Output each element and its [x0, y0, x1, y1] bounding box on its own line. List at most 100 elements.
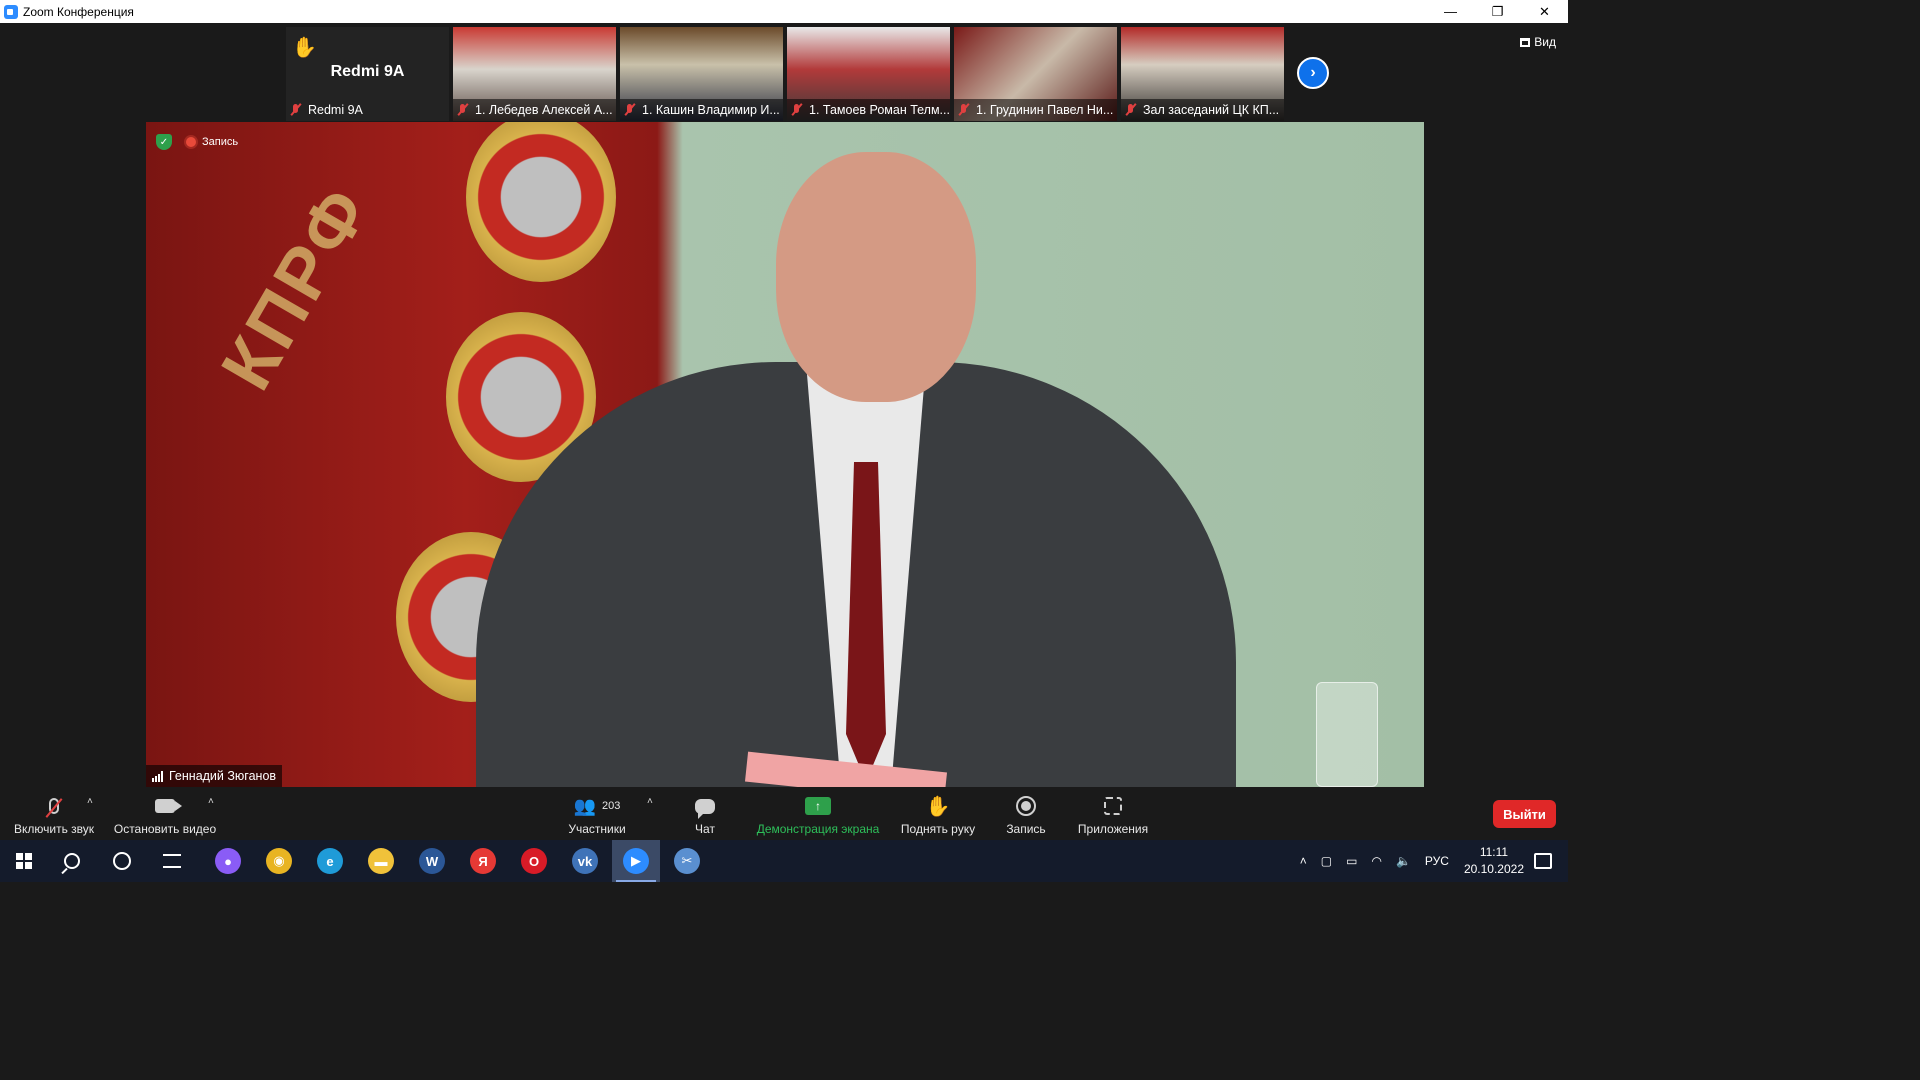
share-screen-label: Демонстрация экрана — [756, 822, 880, 836]
raise-hand-button[interactable]: ✋ Поднять руку — [895, 790, 981, 840]
close-button[interactable]: ✕ — [1521, 0, 1568, 23]
participant-tile[interactable]: 1. Лебедев Алексей А... — [453, 27, 616, 121]
minimize-button[interactable]: — — [1427, 0, 1474, 23]
apps-button[interactable]: Приложения — [1072, 790, 1154, 840]
recording-indicator: ✓ Запись — [156, 134, 238, 150]
taskbar-app-zoom[interactable]: ▶ — [612, 840, 660, 882]
taskbar-app-edge[interactable]: e — [306, 840, 354, 882]
share-screen-icon: ↑ — [805, 797, 831, 815]
shield-icon: ✓ — [156, 134, 172, 150]
windows-logo-icon — [16, 853, 32, 869]
signal-strength-icon — [152, 770, 163, 782]
participants-count: 203 — [602, 800, 621, 812]
video-options-caret-icon[interactable]: ˄ — [208, 796, 214, 807]
participant-tile[interactable]: Зал заседаний ЦК КП... — [1121, 27, 1284, 121]
mic-muted-icon — [791, 104, 803, 116]
recording-label: Запись — [202, 136, 239, 148]
unmute-label: Включить звук — [13, 822, 95, 836]
participant-tile[interactable]: 1. Грудинин Павел Ни... — [954, 27, 1117, 121]
tile-label: Зал заседаний ЦК КП... — [1121, 99, 1284, 121]
tile-name: 1. Грудинин Павел Ни... — [976, 103, 1114, 117]
clock[interactable]: 11:11 20.10.2022 — [1464, 844, 1524, 878]
active-speaker-video[interactable]: КПРФ ✓ Запись Геннадий Зюганов — [146, 122, 1424, 787]
tile-label: 1. Тамоев Роман Телм... — [787, 99, 950, 121]
banner-text: КПРФ — [206, 172, 386, 403]
input-language[interactable]: РУС — [1425, 854, 1449, 868]
tile-label: 1. Лебедев Алексей А... — [453, 99, 616, 121]
mic-muted-icon — [290, 104, 302, 116]
self-tile[interactable]: ✋ Redmi 9A Redmi 9A — [286, 27, 449, 121]
taskbar-app-snipping[interactable]: ✂ — [663, 840, 711, 882]
chevron-right-icon: › — [1310, 64, 1316, 81]
tile-label: Redmi 9A — [286, 99, 449, 121]
mic-muted-icon — [958, 104, 970, 116]
alice-icon: ● — [215, 848, 241, 874]
tray-overflow-chevron-icon[interactable]: ˄ — [1300, 854, 1307, 868]
participants-button[interactable]: 👥 203 Участники — [560, 790, 634, 840]
yandex-icon: Я — [470, 848, 496, 874]
taskbar-app-alice[interactable]: ● — [204, 840, 252, 882]
taskbar-app-opera[interactable]: O — [510, 840, 558, 882]
tile-name: Зал заседаний ЦК КП... — [1143, 103, 1280, 117]
windows-taskbar: ● ◉ e ▬ W Я Ovk ▶ ✂ ˄ ▢ ▭ ◠ 🔈 РУС 11:11 20.10.20… — [0, 840, 1568, 882]
vk-icon: vk — [572, 848, 598, 874]
search-button[interactable] — [48, 840, 96, 882]
next-page-button[interactable]: › — [1297, 57, 1329, 89]
view-button-label: Вид — [1534, 35, 1556, 49]
window-controls: — ❐ ✕ — [1427, 0, 1568, 23]
task-view-icon — [163, 854, 181, 868]
taskbar-app-explorer[interactable]: ▬ — [357, 840, 405, 882]
raised-hand-icon: ✋ — [292, 37, 317, 59]
participant-tile[interactable]: 1. Кашин Владимир И... — [620, 27, 783, 121]
participants-icon: 👥 — [573, 795, 597, 816]
zoom-app-icon — [4, 4, 18, 19]
tile-name: 1. Кашин Владимир И... — [642, 103, 780, 117]
mic-off-icon — [49, 798, 59, 814]
meet-now-icon[interactable]: ▢ — [1321, 854, 1332, 868]
taskbar-app-yandex[interactable]: Я — [459, 840, 507, 882]
task-view-button[interactable] — [148, 840, 196, 882]
leave-button[interactable]: Выйти — [1493, 800, 1556, 828]
notifications-icon[interactable] — [1534, 853, 1552, 869]
view-button[interactable]: Вид — [1520, 35, 1556, 49]
tile-name: 1. Лебедев Алексей А... — [475, 103, 613, 117]
mic-muted-icon — [624, 104, 636, 116]
participants-label: Участники — [568, 822, 626, 836]
record-button[interactable]: Запись — [1000, 790, 1052, 840]
audio-options-caret-icon[interactable]: ˄ — [87, 796, 93, 807]
zoom-icon: ▶ — [623, 848, 649, 874]
title-bar: Zoom Конференция — ❐ ✕ — [0, 0, 1568, 23]
wifi-icon[interactable]: ◠ — [1371, 854, 1381, 868]
opera-icon: O — [521, 848, 547, 874]
taskbar-app-vk[interactable]: vk — [561, 840, 609, 882]
chat-button[interactable]: Чат — [680, 790, 730, 840]
hand-icon: ✋ — [925, 795, 951, 818]
record-icon — [1016, 796, 1036, 816]
speaker-head — [776, 152, 976, 402]
speaker-name: Геннадий Зюганов — [169, 769, 277, 783]
speaker-name-label: Геннадий Зюганов — [146, 765, 283, 787]
participants-options-caret-icon[interactable]: ˄ — [647, 796, 653, 807]
cortana-button[interactable] — [98, 840, 146, 882]
battery-icon[interactable]: ▭ — [1346, 854, 1357, 868]
search-icon — [64, 853, 80, 869]
share-screen-button[interactable]: ↑ Демонстрация экрана — [750, 790, 886, 840]
restore-button[interactable]: ❐ — [1474, 0, 1521, 23]
volume-icon[interactable]: 🔈 — [1396, 854, 1411, 868]
start-button[interactable] — [0, 840, 48, 882]
cortana-icon — [113, 852, 131, 870]
raise-hand-label: Поднять руку — [900, 822, 976, 836]
stop-video-button[interactable]: Остановить видео — [110, 790, 220, 840]
participant-tile[interactable]: 1. Тамоев Роман Телм... — [787, 27, 950, 121]
tile-name: 1. Тамоев Роман Телм... — [809, 103, 950, 117]
video-camera-icon — [155, 799, 182, 813]
chat-icon — [695, 798, 715, 819]
taskbar-app-word[interactable]: W — [408, 840, 456, 882]
participant-strip: ✋ Redmi 9A Redmi 9A 1. Лебедев Алексей А… — [286, 27, 1284, 121]
record-label: Запись — [1006, 822, 1046, 836]
record-dot-icon — [186, 137, 196, 147]
tile-label: 1. Грудинин Павел Ни... — [954, 99, 1117, 121]
taskbar-app-chrome[interactable]: ◉ — [255, 840, 303, 882]
self-display-name: Redmi 9A — [330, 63, 405, 80]
chrome-icon: ◉ — [266, 848, 292, 874]
